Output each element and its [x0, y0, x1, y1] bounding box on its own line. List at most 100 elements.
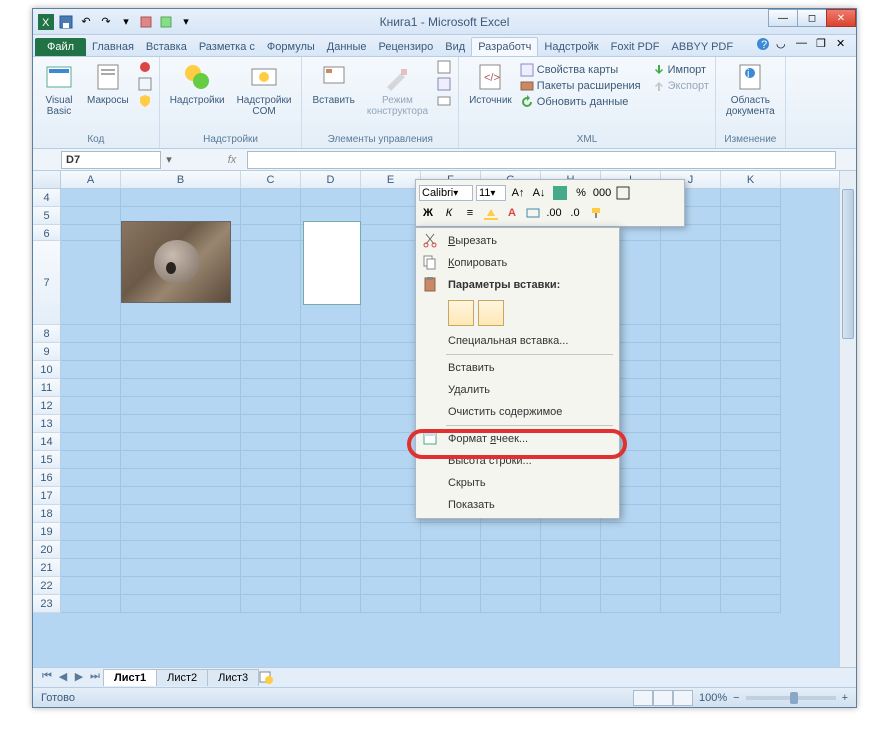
cell[interactable]: [61, 343, 121, 361]
cell[interactable]: [301, 451, 361, 469]
name-box[interactable]: D7: [61, 151, 161, 169]
cell[interactable]: [301, 397, 361, 415]
row-header[interactable]: 9: [33, 343, 61, 361]
cell[interactable]: [121, 487, 241, 505]
cell[interactable]: [121, 577, 241, 595]
col-header[interactable]: K: [721, 171, 781, 188]
cell[interactable]: [601, 595, 661, 613]
cell[interactable]: [121, 541, 241, 559]
cell[interactable]: [361, 397, 421, 415]
cell[interactable]: [121, 397, 241, 415]
cell[interactable]: [301, 343, 361, 361]
col-header[interactable]: B: [121, 171, 241, 188]
cell[interactable]: [241, 469, 301, 487]
sheet-tab-2[interactable]: Лист2: [156, 669, 208, 686]
col-header[interactable]: C: [241, 171, 301, 188]
cell[interactable]: [241, 487, 301, 505]
tab-review[interactable]: Рецензиро: [373, 38, 440, 56]
cell[interactable]: [541, 577, 601, 595]
cell[interactable]: [661, 433, 721, 451]
cell[interactable]: [541, 595, 601, 613]
scrollbar-thumb[interactable]: [842, 189, 854, 339]
row-header[interactable]: 17: [33, 487, 61, 505]
row-header[interactable]: 6: [33, 225, 61, 241]
cell[interactable]: [481, 541, 541, 559]
tab-developer[interactable]: Разработч: [471, 37, 538, 56]
ctx-format-cells[interactable]: Формат ячеек...: [418, 428, 617, 450]
cell[interactable]: [361, 433, 421, 451]
ctx-insert[interactable]: Вставить: [418, 357, 617, 379]
sheet-tab-1[interactable]: Лист1: [103, 669, 157, 686]
source-button[interactable]: </>Источник: [465, 59, 516, 108]
cell[interactable]: [301, 541, 361, 559]
row-header[interactable]: 13: [33, 415, 61, 433]
comma-icon[interactable]: 000: [593, 184, 611, 202]
cell[interactable]: [721, 189, 781, 207]
cell[interactable]: [61, 189, 121, 207]
col-header[interactable]: D: [301, 171, 361, 188]
cell[interactable]: [121, 505, 241, 523]
ctx-cut[interactable]: Вырезать: [418, 230, 617, 252]
cell[interactable]: [61, 469, 121, 487]
cell[interactable]: [361, 207, 421, 225]
cell[interactable]: [721, 361, 781, 379]
cell[interactable]: [661, 469, 721, 487]
cell[interactable]: [721, 559, 781, 577]
cell[interactable]: [661, 225, 721, 241]
cell[interactable]: [601, 577, 661, 595]
cell[interactable]: [121, 559, 241, 577]
row-header[interactable]: 22: [33, 577, 61, 595]
sheet-nav-prev-icon[interactable]: ◀: [55, 670, 71, 686]
cell[interactable]: [121, 343, 241, 361]
sheet-nav-last-icon[interactable]: ⏭: [87, 670, 103, 686]
cell[interactable]: [721, 469, 781, 487]
cell[interactable]: [241, 189, 301, 207]
help-icon[interactable]: ?: [756, 37, 770, 51]
cell[interactable]: [661, 241, 721, 325]
view-code-icon[interactable]: [436, 76, 452, 92]
row-header[interactable]: 10: [33, 361, 61, 379]
cell[interactable]: [661, 379, 721, 397]
doc-minimize-icon[interactable]: —: [796, 37, 810, 51]
formula-bar[interactable]: [247, 151, 836, 169]
cell[interactable]: [361, 451, 421, 469]
macros-button[interactable]: Макросы: [83, 59, 133, 108]
undo-icon[interactable]: ↶: [77, 13, 95, 31]
ribbon-collapse-icon[interactable]: ◡: [776, 37, 790, 51]
tab-formulas[interactable]: Формулы: [261, 38, 321, 56]
record-macro-icon[interactable]: [137, 59, 153, 75]
decrease-decimal-icon[interactable]: .00: [545, 204, 563, 222]
cell[interactable]: [721, 325, 781, 343]
sheet-nav-first-icon[interactable]: ⏮: [39, 670, 55, 686]
view-normal-button[interactable]: [633, 690, 653, 706]
ctx-copy[interactable]: Копировать: [418, 252, 617, 274]
cell[interactable]: [361, 541, 421, 559]
row-header[interactable]: 14: [33, 433, 61, 451]
export-link[interactable]: Экспорт: [651, 79, 709, 93]
insert-control-button[interactable]: Вставить: [308, 59, 358, 108]
cell[interactable]: [241, 241, 301, 325]
cell[interactable]: [481, 577, 541, 595]
cell[interactable]: [121, 451, 241, 469]
cell[interactable]: [361, 559, 421, 577]
cell[interactable]: [241, 433, 301, 451]
embedded-image-koala[interactable]: [121, 221, 231, 303]
cell[interactable]: [661, 451, 721, 469]
cell[interactable]: [61, 225, 121, 241]
size-selector[interactable]: 11 ▾: [476, 185, 506, 201]
row-header[interactable]: 21: [33, 559, 61, 577]
tab-abbyy[interactable]: ABBYY PDF: [666, 38, 740, 56]
cell[interactable]: [721, 241, 781, 325]
qat-more-icon[interactable]: ▾: [117, 13, 135, 31]
cell[interactable]: [541, 541, 601, 559]
cell[interactable]: [301, 469, 361, 487]
grow-font-icon[interactable]: A↑: [509, 184, 527, 202]
cell[interactable]: [661, 487, 721, 505]
accounting-format-icon[interactable]: [551, 184, 569, 202]
cell[interactable]: [421, 595, 481, 613]
row-header[interactable]: 12: [33, 397, 61, 415]
cell[interactable]: [541, 559, 601, 577]
cell[interactable]: [361, 361, 421, 379]
fx-icon[interactable]: fx: [217, 154, 247, 166]
cell[interactable]: [361, 241, 421, 325]
